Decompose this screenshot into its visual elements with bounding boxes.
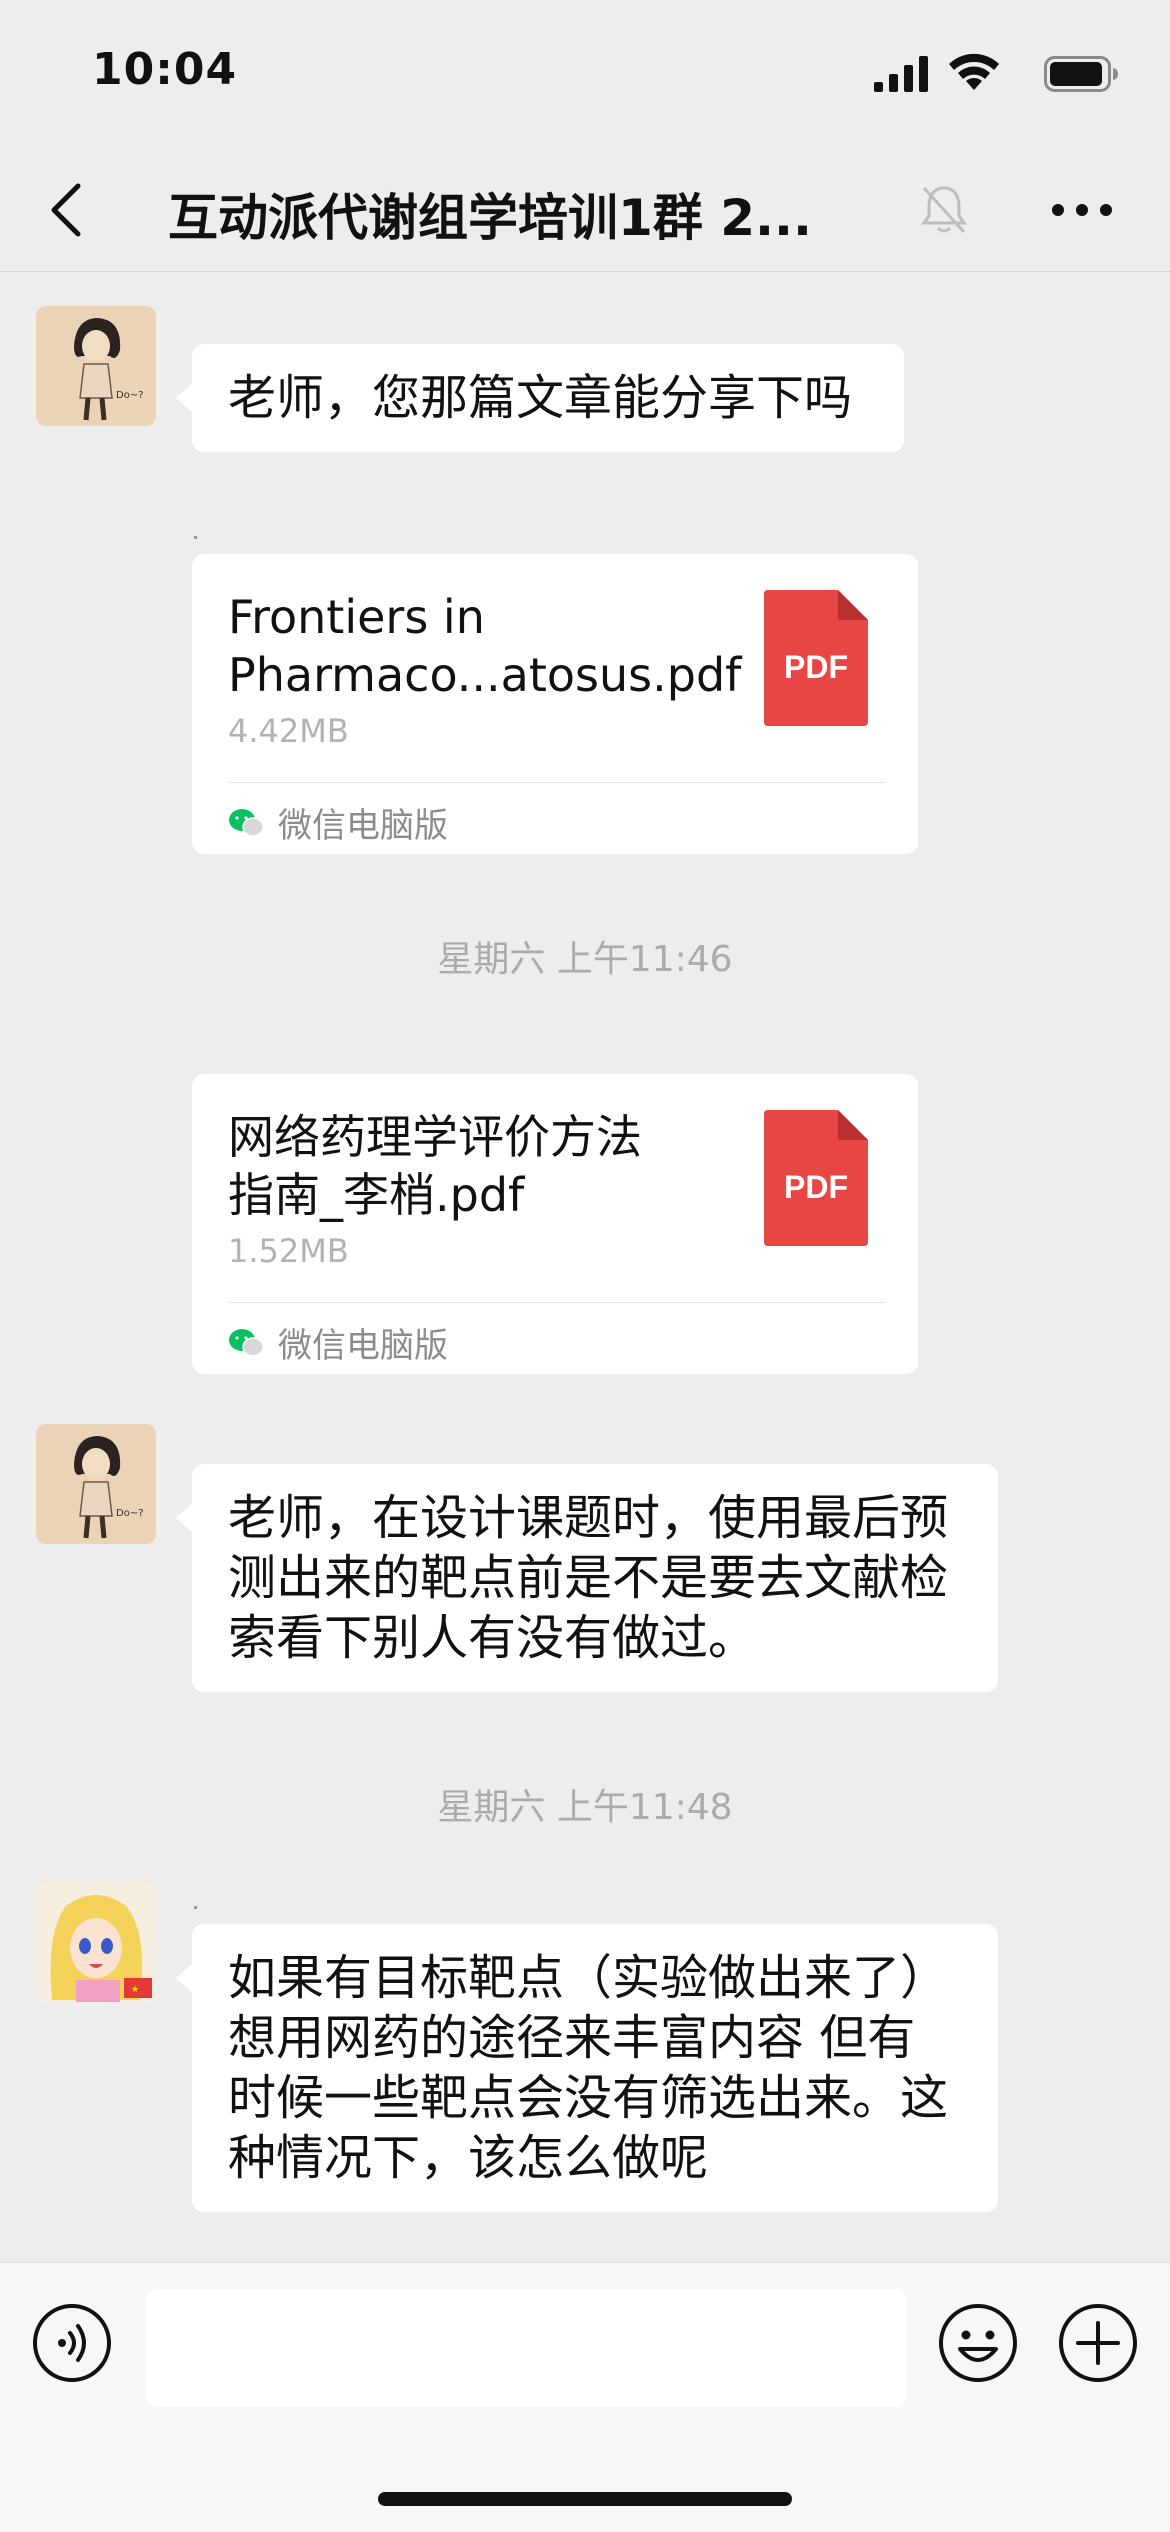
wechat-icon <box>229 1328 264 1357</box>
pdf-badge: PDF <box>784 1169 848 1205</box>
divider <box>228 782 886 783</box>
file-size: 1.52MB <box>228 1232 349 1270</box>
pdf-file-icon: PDF <box>764 590 868 726</box>
file-source: 微信电脑版 <box>228 798 448 847</box>
file-card[interactable]: 网络药理学评价方法 指南_李梢.pdf 1.52MB PDF 微信电脑版 <box>192 1074 918 1374</box>
message-text: 老师，您那篇文章能分享下吗 <box>228 370 853 426</box>
battery-icon <box>1044 56 1118 92</box>
chat-title[interactable]: 互动派代谢组学培训1群 2... <box>168 178 812 250</box>
signal-icon <box>874 56 928 92</box>
divider <box>228 1302 886 1303</box>
voice-icon[interactable] <box>32 2303 112 2383</box>
file-source-label: 微信电脑版 <box>278 1326 448 1366</box>
message-line: 时候一些靶点会没有筛选出来。这 <box>228 2070 949 2126</box>
wifi-icon <box>949 53 999 90</box>
avatar[interactable]: Do~? <box>36 1424 156 1544</box>
file-source: 微信电脑版 <box>228 1318 448 1367</box>
svg-text:Do~?: Do~? <box>116 1508 144 1519</box>
message-line: 老师，在设计课题时，使用最后预 <box>228 1490 949 1546</box>
message-line: 如果有目标靶点（实验做出来了） <box>228 1950 949 2006</box>
message-line: 测出来的靶点前是不是要去文献检 <box>228 1550 949 1606</box>
status-icons <box>860 50 1120 100</box>
plus-icon[interactable] <box>1058 2303 1138 2383</box>
file-name: Frontiers in Pharmaco...atosus.pdf <box>228 590 742 702</box>
status-bar: 10:04 <box>0 0 1170 140</box>
emoji-icon[interactable] <box>938 2303 1018 2383</box>
file-card[interactable]: Frontiers in Pharmaco...atosus.pdf 4.42M… <box>192 554 918 854</box>
message-line: 想用网药的途径来丰富内容 但有 <box>228 2010 916 2066</box>
svg-text:Do~?: Do~? <box>116 390 144 401</box>
home-indicator[interactable] <box>378 2492 792 2506</box>
status-time: 10:04 <box>92 44 238 95</box>
svg-text:★: ★ <box>131 1985 139 1995</box>
avatar[interactable]: Do~? <box>36 306 156 426</box>
pdf-file-icon: PDF <box>764 1110 868 1246</box>
message-input[interactable] <box>146 2289 906 2407</box>
girl-avatar-icon: Do~? <box>36 1424 156 1544</box>
timestamp: 星期六 上午11:48 <box>437 1787 733 1828</box>
more-icon[interactable] <box>1050 180 1114 240</box>
message-line: 种情况下，该怎么做呢 <box>228 2130 709 2186</box>
file-size: 4.42MB <box>228 712 349 750</box>
wechat-icon <box>229 808 264 837</box>
nav-bar: 互动派代谢组学培训1群 2... <box>0 140 1170 272</box>
file-name: 网络药理学评价方法 指南_李梢.pdf <box>228 1110 642 1222</box>
back-icon[interactable] <box>44 180 92 240</box>
anime-avatar-icon: ★ <box>36 1882 156 2002</box>
pdf-badge: PDF <box>784 649 848 685</box>
message-bubble[interactable]: 如果有目标靶点（实验做出来了） 想用网药的途径来丰富内容 但有 时候一些靶点会没… <box>176 1924 998 2212</box>
girl-avatar-icon: Do~? <box>36 306 156 426</box>
divider-dot <box>194 1906 197 1909</box>
message-bubble[interactable]: 老师，您那篇文章能分享下吗 <box>176 344 904 452</box>
divider-dot <box>194 536 197 539</box>
file-source-label: 微信电脑版 <box>278 806 448 846</box>
message-bubble[interactable]: 老师，在设计课题时，使用最后预 测出来的靶点前是不是要去文献检 索看下别人有没有… <box>176 1464 998 1692</box>
timestamp: 星期六 上午11:46 <box>437 939 733 980</box>
mute-icon <box>921 186 967 234</box>
avatar[interactable]: ★ <box>36 1882 156 2002</box>
message-line: 索看下别人有没有做过。 <box>228 1610 757 1666</box>
